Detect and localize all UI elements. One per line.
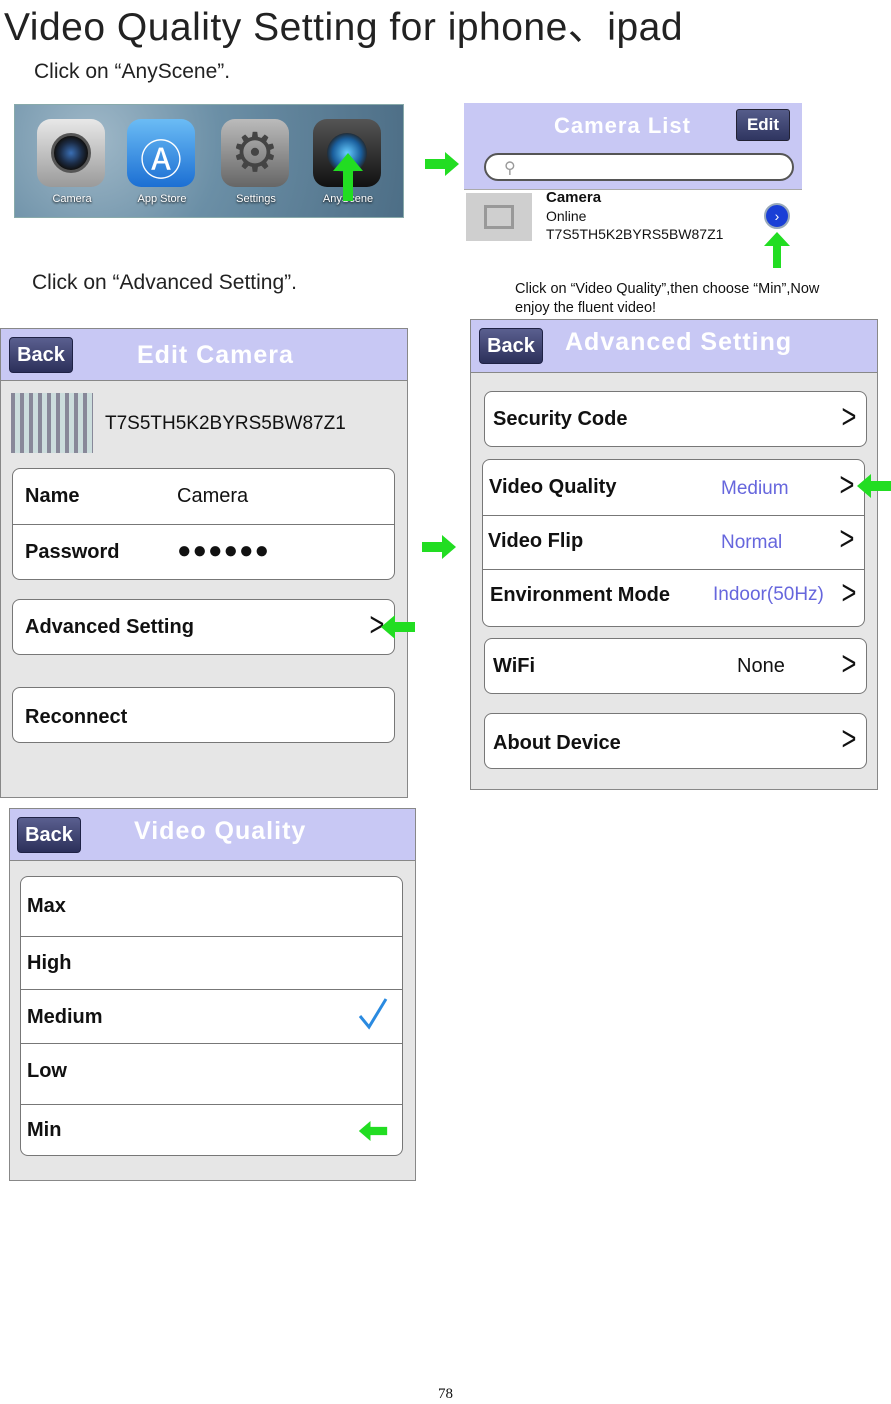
chevron-right-icon: > (841, 574, 857, 612)
advanced-setting-header: Back Advanced Setting (471, 320, 877, 373)
video-quality-value: Medium (721, 478, 789, 499)
edit-button[interactable]: Edit (736, 109, 790, 141)
video-quality-row[interactable]: Video Quality Medium > (483, 460, 864, 516)
camera-thumbnail (466, 193, 532, 241)
arrow-left-icon (381, 615, 415, 639)
video-quality-screen: Back Video Quality Max High Medium Low M… (9, 808, 416, 1181)
camera-item-uid: T7S5TH5K2BYRS5BW87Z1 (546, 226, 724, 242)
checkmark-icon (358, 998, 388, 1030)
back-button[interactable]: Back (479, 328, 543, 364)
reconnect-row[interactable]: Reconnect (12, 687, 395, 743)
camera-app-icon[interactable] (37, 119, 105, 187)
name-field[interactable]: Camera (177, 485, 248, 508)
chevron-right-icon: > (841, 645, 857, 683)
video-flip-value: Normal (721, 532, 783, 553)
password-label: Password (25, 541, 120, 563)
wifi-row[interactable]: WiFi None > (484, 638, 867, 694)
chevron-right-icon: > (841, 398, 857, 436)
chevron-right-icon: > (839, 466, 855, 504)
environment-mode-value: Indoor(50Hz) (713, 584, 824, 605)
step1-instruction: Click on “AnyScene”. (34, 60, 231, 83)
camera-list-header: Camera List Edit ⚲ (464, 103, 802, 190)
app-store-icon[interactable]: Ⓐ (127, 119, 195, 187)
chevron-right-icon: > (839, 520, 855, 558)
advanced-setting-row[interactable]: Advanced Setting > (12, 599, 395, 655)
arrow-left-icon (358, 1121, 388, 1141)
film-icon (484, 205, 514, 229)
arrow-up-icon (333, 153, 363, 201)
settings-app-label: Settings (236, 193, 276, 205)
search-input[interactable]: ⚲ (484, 153, 794, 181)
video-flip-row[interactable]: Video Flip Normal > (483, 516, 864, 570)
password-row[interactable]: Password ●●●●●● (13, 525, 394, 579)
video-flip-label: Video Flip (488, 530, 584, 552)
video-quality-title: Video Quality (134, 817, 307, 845)
camera-item-name: Camera (546, 189, 602, 206)
credentials-group: Name Camera Password ●●●●●● (12, 468, 395, 580)
option-medium[interactable]: Medium (21, 990, 402, 1044)
advanced-setting-screen: Back Advanced Setting Security Code > Vi… (470, 319, 891, 790)
edit-camera-title: Edit Camera (137, 341, 294, 369)
page-title: Video Quality Setting for iphone、ipad (4, 6, 684, 49)
option-medium-label: Medium (27, 1006, 103, 1028)
option-high-label: High (27, 952, 72, 974)
step2-instruction: Click on “Advanced Setting”. (32, 271, 297, 294)
step3-instruction: Click on “Video Quality”,then choose “Mi… (515, 281, 820, 316)
environment-mode-label: Environment Mode (490, 584, 671, 606)
option-max[interactable]: Max (21, 877, 402, 937)
video-quality-label: Video Quality (489, 476, 617, 498)
lens-icon (51, 133, 91, 173)
about-device-label: About Device (493, 732, 621, 754)
advanced-setting-title: Advanced Setting (565, 328, 793, 356)
name-row[interactable]: Name Camera (13, 469, 394, 525)
option-max-label: Max (27, 895, 66, 917)
option-min-label: Min (27, 1119, 62, 1141)
advanced-setting-label: Advanced Setting (25, 616, 194, 638)
back-button[interactable]: Back (9, 337, 73, 373)
back-button[interactable]: Back (17, 817, 81, 853)
option-low-label: Low (27, 1060, 67, 1082)
camera-snapshot (11, 393, 93, 453)
camera-list-screen: Camera List Edit ⚲ Camera Online T7S5TH5… (464, 103, 802, 245)
option-min[interactable]: Min (21, 1105, 402, 1155)
security-code-row[interactable]: Security Code > (484, 391, 867, 447)
video-quality-header: Back Video Quality (10, 809, 415, 861)
detail-disclosure-button[interactable]: › (764, 203, 790, 229)
settings-app-icon[interactable]: ⚙ (221, 119, 289, 187)
about-device-row[interactable]: About Device > (484, 713, 867, 769)
edit-camera-screen: Back Edit Camera T7S5TH5K2BYRS5BW87Z1 Na… (0, 328, 415, 798)
edit-camera-header: Back Edit Camera (1, 329, 407, 381)
quality-options-list: Max High Medium Low Min (20, 876, 403, 1156)
wifi-value: None (737, 655, 785, 677)
name-label: Name (25, 485, 80, 507)
security-code-label: Security Code (493, 408, 628, 430)
page-number: 78 (438, 1386, 453, 1402)
arrow-right-icon (425, 152, 459, 176)
camera-list-title: Camera List (554, 113, 691, 138)
option-high[interactable]: High (21, 937, 402, 990)
app-store-label: App Store (137, 193, 187, 205)
option-low[interactable]: Low (21, 1044, 402, 1105)
arrow-up-icon (764, 232, 790, 268)
camera-app-label: Camera (52, 193, 92, 205)
a-glyph-icon: Ⓐ (139, 137, 182, 184)
gear-icon: ⚙ (230, 123, 280, 183)
reconnect-label: Reconnect (25, 706, 128, 728)
home-screen: Camera Ⓐ App Store ⚙ Settings AnyScene (14, 104, 404, 218)
password-field[interactable]: ●●●●●● (177, 537, 270, 565)
search-icon: ⚲ (504, 160, 516, 177)
wifi-label: WiFi (493, 655, 536, 677)
chevron-right-icon: > (841, 720, 857, 758)
video-settings-group: Video Quality Medium > Video Flip Normal… (482, 459, 865, 627)
environment-mode-row[interactable]: Environment Mode Indoor(50Hz) > (483, 570, 864, 626)
camera-uid: T7S5TH5K2BYRS5BW87Z1 (105, 413, 346, 434)
camera-item-status: Online (546, 208, 587, 224)
arrow-left-icon (857, 474, 891, 498)
arrow-right-icon (422, 535, 456, 559)
